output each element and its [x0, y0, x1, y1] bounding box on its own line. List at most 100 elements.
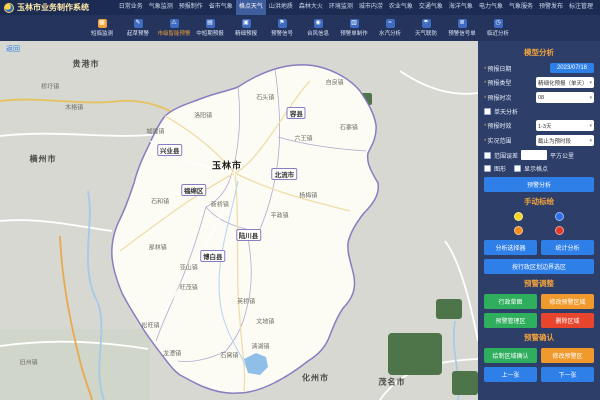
orange-warning-dot[interactable]	[514, 226, 523, 235]
nav-item[interactable]: 电力气象	[476, 0, 506, 15]
nav-item-active[interactable]: 格点天气	[236, 0, 266, 15]
analysis-selector-button[interactable]: 分析选择器	[484, 240, 537, 255]
map-label-town: 石寨镇	[340, 123, 358, 132]
chevron-down-icon: ▾	[589, 95, 592, 101]
nav-item[interactable]: 预警发布	[536, 0, 566, 15]
toolbar-item[interactable]: ⚑预警信号	[266, 19, 298, 37]
map-label-town: 石窝镇	[220, 351, 238, 360]
statistics-button[interactable]: 统计分析	[541, 240, 594, 255]
admin-sketch-button[interactable]: 行政草图	[484, 294, 537, 309]
toolbar-item-active[interactable]: ⚠市级智能预警	[158, 19, 190, 37]
red-warning-dot[interactable]	[555, 226, 564, 235]
map-label-county[interactable]: 容县	[287, 107, 306, 119]
typhoon-icon: ◉	[314, 19, 323, 28]
manual-draw-title: 手动标绘	[484, 196, 594, 207]
toolbar-item[interactable]: ✎起草预警	[122, 19, 154, 37]
map-label-city: 贵港市	[73, 59, 100, 70]
map-label-town: 洛阳镇	[194, 110, 212, 119]
chart-icon: ▤	[206, 19, 215, 28]
chevron-down-icon: ▾	[589, 80, 592, 86]
toolbar-item[interactable]: ☂天气联防	[410, 19, 442, 37]
flag-icon: ⚑	[278, 19, 287, 28]
map-label-town: 桥圩镇	[41, 81, 59, 90]
nav-item[interactable]: 森林大火	[296, 0, 326, 15]
nav-item[interactable]: 气象服务	[506, 0, 536, 15]
umbrella-icon: ☂	[422, 19, 431, 28]
map-label-county[interactable]: 兴业县	[157, 144, 183, 156]
toolbar-item[interactable]: ◉台风信息	[302, 19, 334, 37]
time-label: *预报时次	[484, 93, 511, 102]
nav-item[interactable]: 交通气象	[416, 0, 446, 15]
area-unit-label: 平方公里	[550, 151, 574, 160]
nav-item[interactable]: 农业气象	[386, 0, 416, 15]
nav-item[interactable]: 标注管理	[566, 0, 596, 15]
map-label-county[interactable]: 博白县	[200, 250, 226, 262]
warning-manage-area-button[interactable]: 预警管理区	[484, 313, 537, 328]
map-label-town: 旧州镇	[20, 358, 38, 367]
chevron-down-icon: ▾	[589, 123, 592, 129]
map-label-city: 茂名市	[378, 377, 405, 388]
select-by-boundary-button[interactable]: 按行政区划边界选区	[484, 259, 594, 274]
map-label-town: 龙潭镇	[163, 349, 181, 358]
back-link[interactable]: 返回	[6, 44, 20, 54]
single-day-checkbox[interactable]	[484, 108, 491, 115]
toolbar-item[interactable]: ◷临近分析	[482, 19, 514, 37]
confirm-draw-area-button[interactable]: 绘制区域确认	[484, 348, 537, 363]
modify-warning-button[interactable]: 修改预警区	[541, 348, 594, 363]
map-label-town: 城隍镇	[146, 126, 164, 135]
next-button[interactable]: 下一张	[541, 367, 594, 382]
toolbar-item[interactable]: ≣预警信号单	[446, 19, 478, 37]
map-label-town: 那林镇	[149, 243, 167, 252]
nav-item[interactable]: 气象监测	[146, 0, 176, 15]
lead-time-select[interactable]: 1-3天▾	[536, 120, 594, 131]
previous-button[interactable]: 上一张	[484, 367, 537, 382]
area-value-input[interactable]	[521, 150, 547, 160]
warning-confirm-title: 预警确认	[484, 332, 594, 343]
app-window: 玉林市业务制作系统 日常业务 气象监测 预报制作 省市气象 格点天气 山洪地质 …	[0, 0, 600, 400]
map-canvas[interactable]: 返回 贵港市 横州市 化州市 茂名市 兴业县 容县 北流市 福绵区 陆川县 博白…	[0, 41, 478, 400]
forecast-type-select[interactable]: 精细化预报（单天）▾	[536, 77, 594, 88]
nav-item[interactable]: 省市气象	[206, 0, 236, 15]
modify-warning-area-button[interactable]: 修改预警区域	[541, 294, 594, 309]
toolbar-item[interactable]: ▦短临监测	[86, 19, 118, 37]
toolbar-item[interactable]: ▤中短期预报	[194, 19, 226, 37]
show-grid-label: 显示格点	[524, 164, 548, 173]
area-filter-label: 范围误差	[494, 151, 518, 160]
toolbar-item[interactable]: ≈水汽分析	[374, 19, 406, 37]
graph-checkbox[interactable]	[484, 165, 491, 172]
alert-icon: ⚠	[170, 19, 179, 28]
app-logo-icon	[4, 3, 14, 13]
nav-item[interactable]: 日常业务	[116, 0, 146, 15]
map-label-town: 清湖镇	[251, 342, 269, 351]
nav-item[interactable]: 海洋气象	[446, 0, 476, 15]
map-label-town: 平政镇	[271, 211, 289, 220]
warning-adjust-title: 预警调整	[484, 278, 594, 289]
edit-icon: ✎	[134, 19, 143, 28]
map-label-town: 文地镇	[256, 317, 274, 326]
yellow-warning-dot[interactable]	[514, 212, 523, 221]
lead-label: *预报时效	[484, 121, 511, 130]
app-title: 玉林市业务制作系统	[17, 2, 89, 13]
map-label-town: 英桥镇	[237, 297, 255, 306]
list-icon: ≣	[458, 19, 467, 28]
forecast-date-button[interactable]: 2023/07/18	[550, 63, 594, 73]
blue-warning-dot[interactable]	[555, 212, 564, 221]
delete-area-button[interactable]: 删除区域	[541, 313, 594, 328]
range-label: *实况范围	[484, 136, 511, 145]
analyze-button[interactable]: 预警分析	[484, 177, 594, 192]
forecast-time-select[interactable]: 08▾	[536, 92, 594, 103]
nav-item[interactable]: 环境监测	[326, 0, 356, 15]
brand: 玉林市业务制作系统	[4, 2, 89, 13]
toolbar-item[interactable]: ▥预警单制作	[338, 19, 370, 37]
nav-item[interactable]: 预报制作	[176, 0, 206, 15]
toolbar-item[interactable]: ▣精细预报	[230, 19, 262, 37]
nav-item[interactable]: 城市内涝	[356, 0, 386, 15]
range-select[interactable]: 截止为预时段▾	[536, 135, 594, 146]
map-label-county[interactable]: 福绵区	[181, 184, 207, 196]
show-grid-checkbox[interactable]	[514, 165, 521, 172]
map-label-county[interactable]: 北流市	[272, 168, 298, 180]
nav-item[interactable]: 山洪地质	[266, 0, 296, 15]
map-label-county[interactable]: 陆川县	[236, 229, 262, 241]
area-filter-checkbox[interactable]	[484, 152, 491, 159]
graph-label: 图形	[494, 164, 506, 173]
